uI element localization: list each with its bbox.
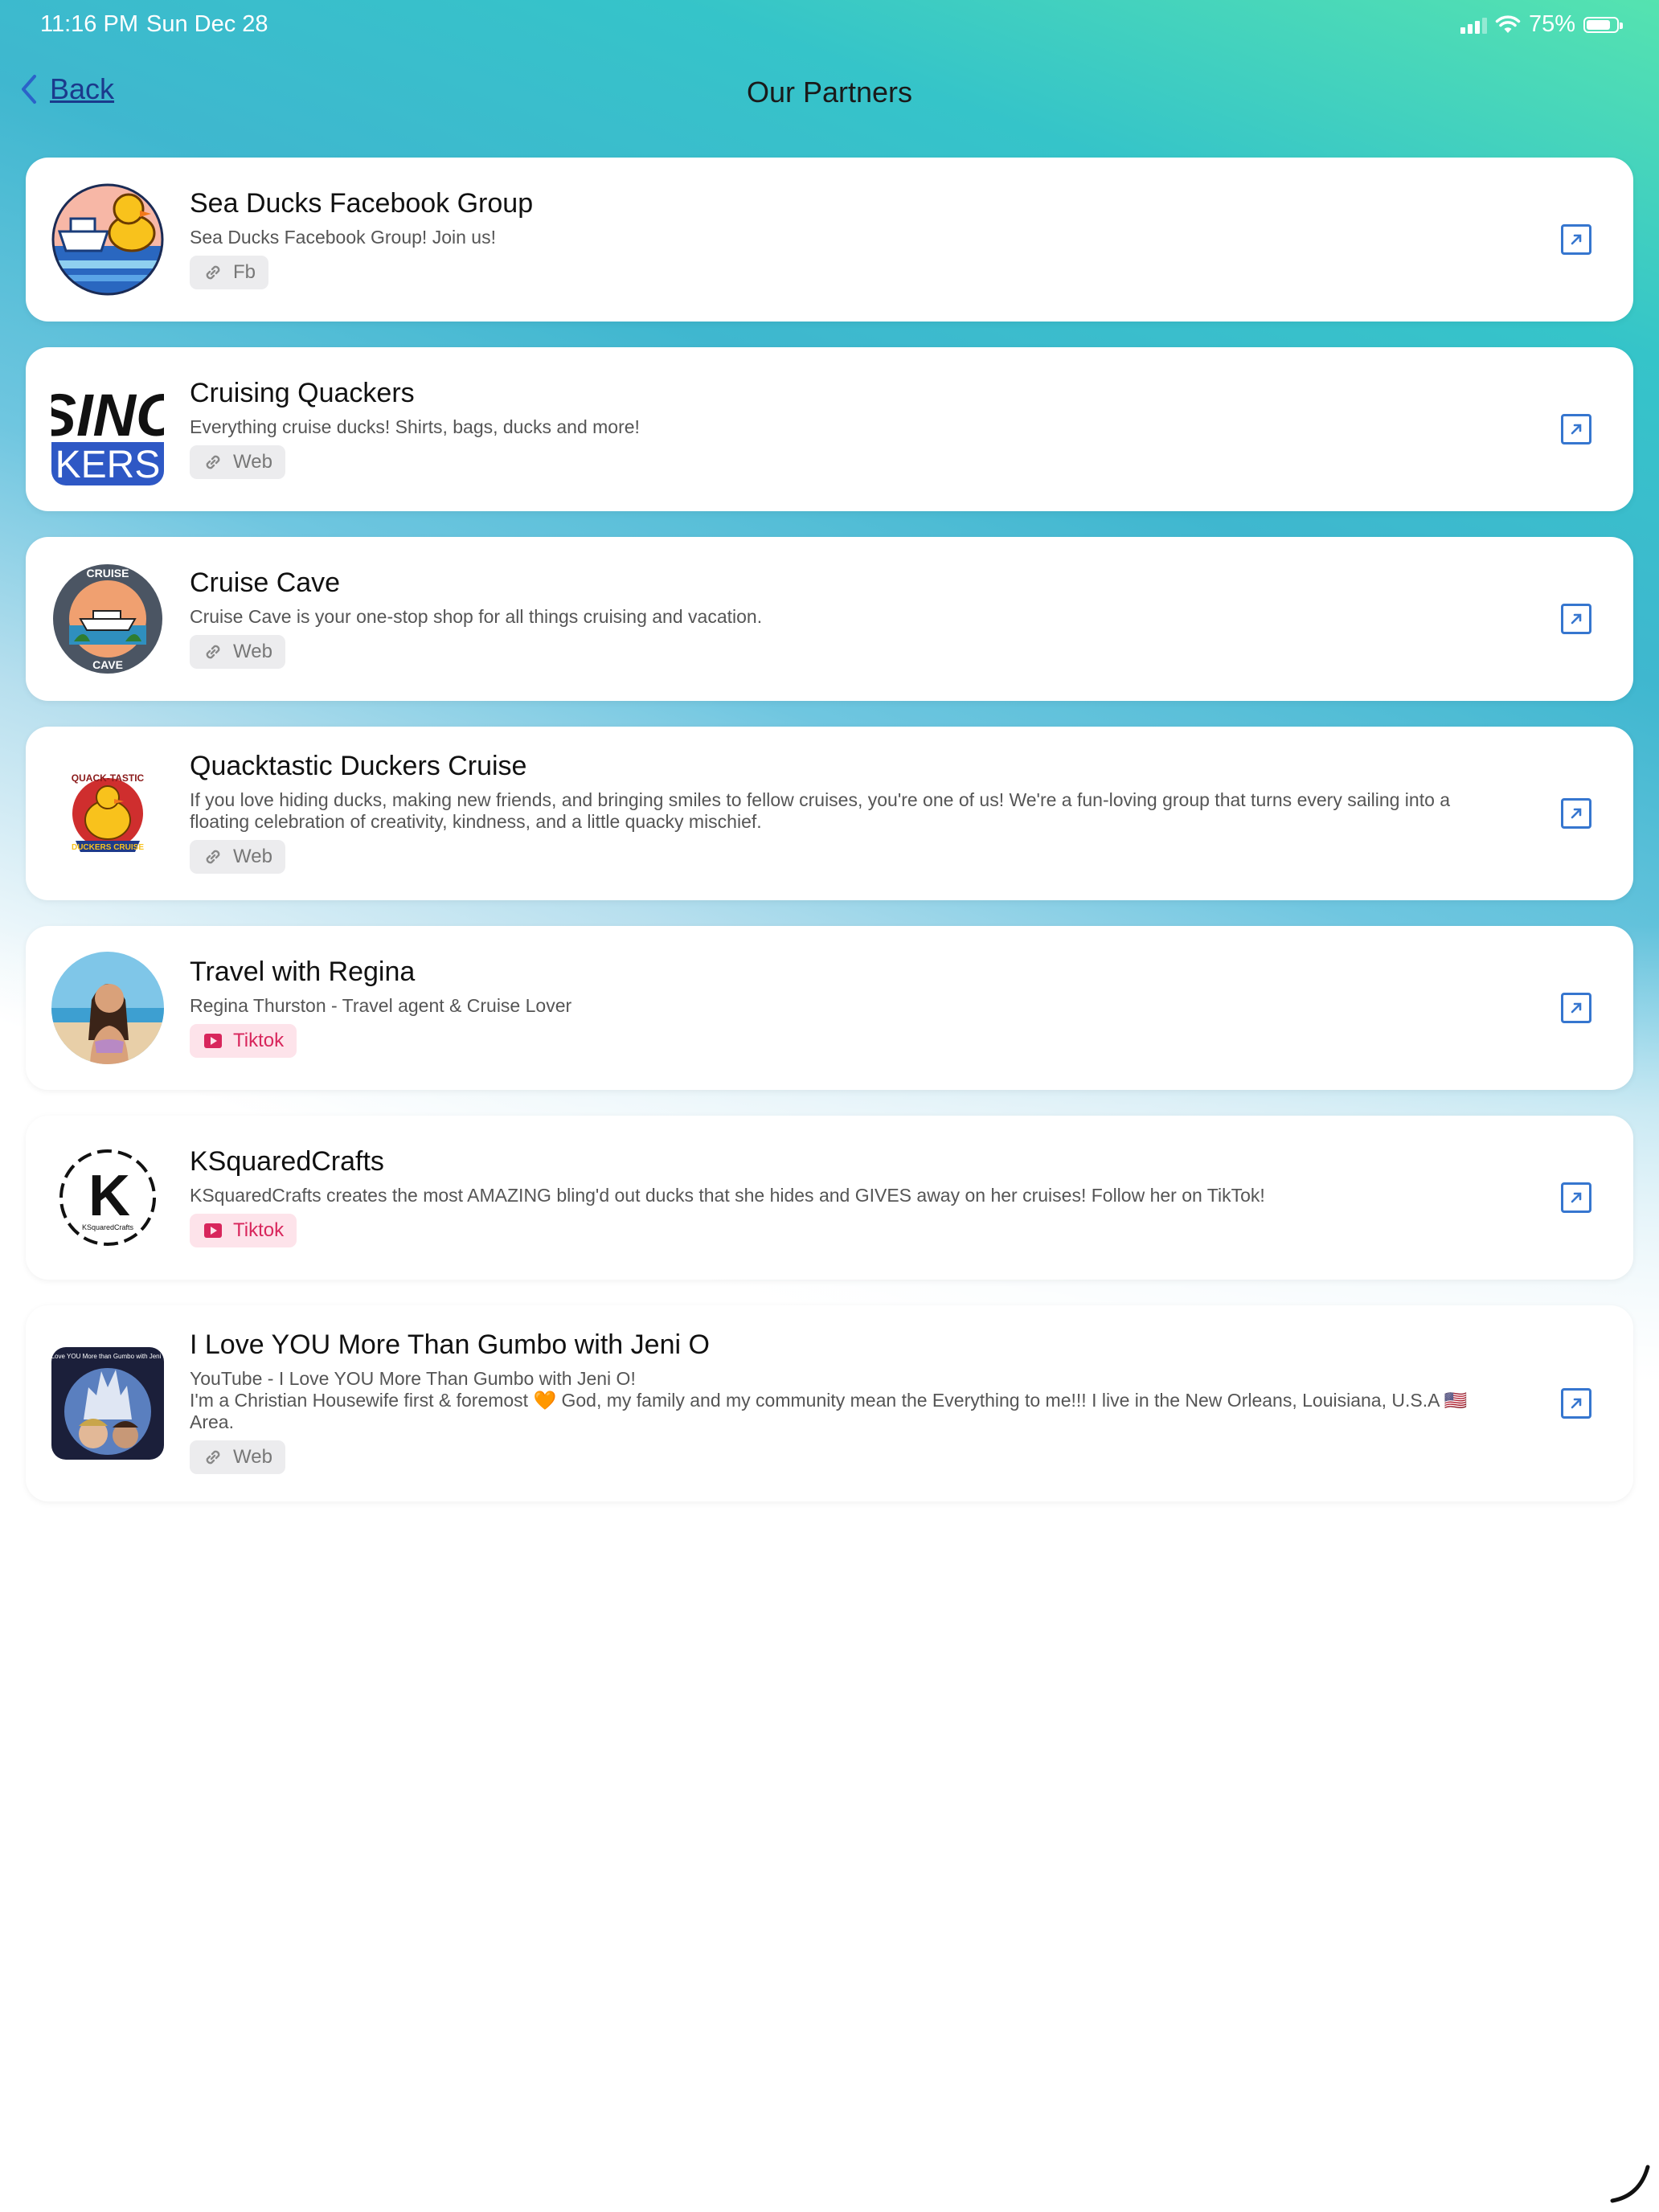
partner-card[interactable]: SINC KERS Cruising Quackers Everything c… <box>26 347 1633 511</box>
ksquaredcrafts-logo: K KSquaredCrafts <box>51 1141 164 1254</box>
sea-ducks-logo <box>51 183 164 296</box>
partner-title: Cruise Cave <box>190 567 341 598</box>
partner-description: Everything cruise ducks! Shirts, bags, d… <box>190 416 640 437</box>
chip-label: Web <box>233 451 272 473</box>
status-time: 11:16 PM <box>40 11 138 37</box>
partner-title: Quacktastic Duckers Cruise <box>190 751 527 781</box>
chip-label: Tiktok <box>233 1030 285 1051</box>
quacktastic-logo: QUACK-TASTIC DUCKERS CRUISE <box>51 757 164 870</box>
link-icon <box>206 850 220 864</box>
battery-icon <box>1583 16 1623 33</box>
partner-description: If you love hiding ducks, making new fri… <box>190 789 1451 832</box>
logo-text: SINC <box>51 382 164 449</box>
open-external-icon[interactable] <box>1561 414 1591 444</box>
status-indicators: 75% <box>1460 11 1623 38</box>
chip-label: Web <box>233 1446 272 1468</box>
page-title: Our Partners <box>746 76 913 109</box>
partner-card[interactable]: QUACK-TASTIC DUCKERS CRUISE Quacktastic … <box>26 727 1633 900</box>
partner-description: Cruise Cave is your one-stop shop for al… <box>190 606 763 627</box>
link-icon <box>206 265 220 280</box>
wifi-icon <box>1495 14 1521 33</box>
logo-text: CAVE <box>92 658 123 671</box>
page-background <box>0 0 1659 2212</box>
chip-label: Web <box>233 846 272 867</box>
link-icon <box>206 455 220 469</box>
link-chip[interactable]: Web <box>190 1440 285 1474</box>
link-icon <box>206 1450 220 1464</box>
logo-text: DUCKERS CRUISE <box>72 843 144 852</box>
partner-card[interactable]: K KSquaredCrafts KSquaredCrafts KSquared… <box>26 1116 1633 1280</box>
partner-description: YouTube - I Love YOU More Than Gumbo wit… <box>190 1368 636 1389</box>
battery-percent: 75% <box>1528 11 1575 37</box>
partner-description: I'm a Christian Housewife first & foremo… <box>190 1390 1468 1432</box>
logo-text: CRUISE <box>87 567 129 580</box>
open-external-icon[interactable] <box>1561 604 1591 634</box>
navigation-bar: Back Our Partners <box>0 64 1659 121</box>
chip-label: Fb <box>233 261 256 283</box>
open-external-icon[interactable] <box>1561 1388 1591 1419</box>
tiktok-chip[interactable]: Tiktok <box>190 1024 297 1058</box>
logo-text: KSquaredCrafts <box>82 1223 134 1231</box>
video-play-icon <box>204 1223 222 1238</box>
partner-description: Sea Ducks Facebook Group! Join us! <box>190 227 496 248</box>
open-external-icon[interactable] <box>1561 993 1591 1023</box>
open-external-icon[interactable] <box>1561 1182 1591 1213</box>
partner-title: KSquaredCrafts <box>190 1146 384 1177</box>
partner-description: KSquaredCrafts creates the most AMAZING … <box>190 1185 1265 1206</box>
partner-title: Travel with Regina <box>190 956 416 987</box>
partner-card[interactable]: I Love YOU More than Gumbo with Jeni O I… <box>26 1305 1633 1501</box>
logo-text: QUACK-TASTIC <box>72 772 145 784</box>
logo-text: K <box>88 1164 130 1228</box>
partner-title: Cruising Quackers <box>190 378 415 408</box>
partner-card[interactable]: CRUISE CAVE Cruise Cave Cruise Cave is y… <box>26 537 1633 701</box>
cruise-cave-logo: CRUISE CAVE <box>51 563 164 675</box>
partner-description: Regina Thurston - Travel agent & Cruise … <box>190 995 572 1016</box>
partner-title: Sea Ducks Facebook Group <box>190 188 534 219</box>
jeni-o-logo: I Love YOU More than Gumbo with Jeni O <box>51 1347 164 1460</box>
tiktok-chip[interactable]: Tiktok <box>190 1214 297 1247</box>
video-play-icon <box>204 1034 222 1048</box>
regina-avatar <box>51 952 164 1064</box>
cruising-quackers-logo: SINC KERS <box>51 373 164 485</box>
link-chip[interactable]: Fb <box>190 256 269 289</box>
partner-title: I Love YOU More Than Gumbo with Jeni O <box>190 1329 710 1360</box>
logo-text: I Love YOU More than Gumbo with Jeni O <box>51 1353 164 1360</box>
logo-text: KERS <box>55 444 161 485</box>
link-icon <box>206 645 220 659</box>
link-chip[interactable]: Web <box>190 635 285 669</box>
status-bar: 11:16 PM Sun Dec 28 75% <box>0 0 1659 51</box>
status-date: Sun Dec 28 <box>146 11 268 37</box>
partner-card[interactable]: Sea Ducks Facebook Group Sea Ducks Faceb… <box>26 158 1633 322</box>
partner-card[interactable]: Travel with Regina Regina Thurston - Tra… <box>26 926 1633 1090</box>
open-external-icon[interactable] <box>1561 798 1591 829</box>
resize-corner-icon <box>1610 2165 1650 2203</box>
open-external-icon[interactable] <box>1561 224 1591 255</box>
link-chip[interactable]: Web <box>190 840 285 874</box>
link-chip[interactable]: Web <box>190 445 285 479</box>
cellular-signal-icon <box>1460 16 1487 34</box>
chip-label: Tiktok <box>233 1219 285 1241</box>
chip-label: Web <box>233 641 272 662</box>
